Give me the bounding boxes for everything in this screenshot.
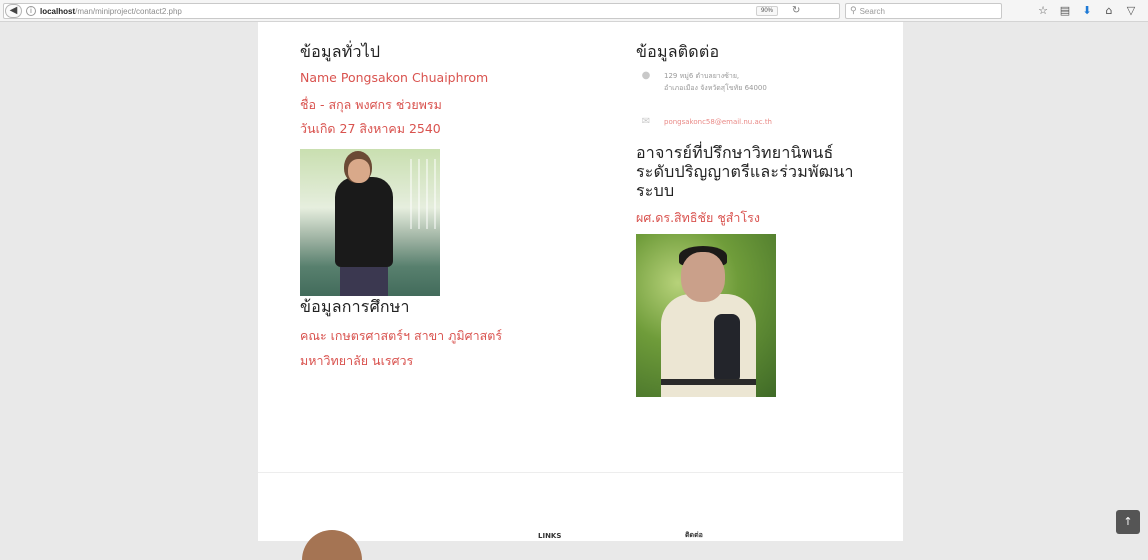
- address-line-2: อำเภอเมือง จังหวัดสุโขทัย 64000: [664, 84, 767, 92]
- footer-contact-label: ติดต่อ: [685, 531, 703, 539]
- reading-list-icon[interactable]: ▤: [1054, 3, 1076, 19]
- url-bar[interactable]: ◀ i localhost/man/miniproject/contact2.p…: [3, 3, 840, 19]
- url-path: /man/miniproject/contact2.php: [75, 6, 182, 16]
- url-host: localhost: [40, 6, 76, 16]
- back-icon[interactable]: ◀: [5, 4, 22, 18]
- contact-heading: ข้อมูลติดต่อ: [636, 42, 720, 61]
- address-row: ● 129 หมู่6 ตำบลยางซ้าย, อำเภอเมือง จังห…: [638, 70, 767, 94]
- education-faculty: คณะ เกษตรศาสตร์ฯ สาขา ภูมิศาสตร์: [300, 328, 503, 343]
- advisor-heading-line-1: อาจารย์ที่ปรึกษาวิทยานิพนธ์: [636, 143, 834, 162]
- birthday: วันเกิด 27 สิงหาคม 2540: [300, 121, 441, 136]
- search-placeholder: Search: [859, 6, 885, 16]
- email-link[interactable]: pongsakonc58@email.nu.ac.th: [664, 116, 772, 128]
- footer-links-label: LINKS: [538, 532, 562, 540]
- scroll-to-top-button[interactable]: ↑: [1116, 510, 1140, 534]
- advisor-name: ผศ.ดร.สิทธิชัย ชูสำโรง: [636, 210, 760, 225]
- zoom-indicator[interactable]: 90%: [756, 6, 779, 16]
- pocket-icon[interactable]: ▽: [1120, 3, 1142, 19]
- url-text[interactable]: localhost/man/miniproject/contact2.php: [40, 7, 182, 16]
- download-icon[interactable]: ⬇: [1076, 3, 1098, 19]
- email-row: ✉ pongsakonc58@email.nu.ac.th: [638, 116, 772, 128]
- name-english: Name Pongsakon Chuaiphrom: [300, 70, 489, 85]
- advisor-photo: [636, 234, 776, 397]
- browser-toolbar: ◀ i localhost/man/miniproject/contact2.p…: [0, 0, 1148, 22]
- education-university: มหาวิทยาลัย นเรศวร: [300, 353, 414, 368]
- advisor-heading-line-2: ระดับปริญญาตรีและร่วมพัฒนา: [636, 162, 854, 181]
- page-content: ข้อมูลทั่วไป Name Pongsakon Chuaiphrom ช…: [258, 22, 903, 541]
- menu-icon[interactable]: ≡: [1142, 3, 1148, 19]
- name-thai: ชื่อ - สกุล พงศกร ช่วยพรม: [300, 97, 442, 112]
- general-heading: ข้อมูลทั่วไป: [300, 42, 381, 61]
- location-pin-icon: ●: [641, 70, 651, 81]
- student-photo: [300, 149, 440, 296]
- address-line-1: 129 หมู่6 ตำบลยางซ้าย,: [664, 72, 740, 80]
- advisor-heading: อาจารย์ที่ปรึกษาวิทยานิพนธ์ ระดับปริญญาต…: [636, 143, 854, 200]
- toolbar-icons: ☆ ▤ ⬇ ⌂ ▽ ≡: [1032, 3, 1148, 19]
- address-text: 129 หมู่6 ตำบลยางซ้าย, อำเภอเมือง จังหวั…: [664, 70, 767, 94]
- bookmark-star-icon[interactable]: ☆: [1032, 3, 1054, 19]
- search-input[interactable]: ⚲ Search: [845, 3, 1002, 19]
- search-icon: ⚲: [850, 6, 857, 16]
- advisor-heading-line-3: ระบบ: [636, 181, 675, 200]
- footer-divider: [258, 472, 903, 473]
- envelope-icon: ✉: [641, 116, 651, 127]
- education-heading: ข้อมูลการศึกษา: [300, 297, 410, 316]
- info-icon[interactable]: i: [26, 6, 36, 16]
- reload-icon[interactable]: ↻: [792, 5, 800, 17]
- home-icon[interactable]: ⌂: [1098, 3, 1120, 19]
